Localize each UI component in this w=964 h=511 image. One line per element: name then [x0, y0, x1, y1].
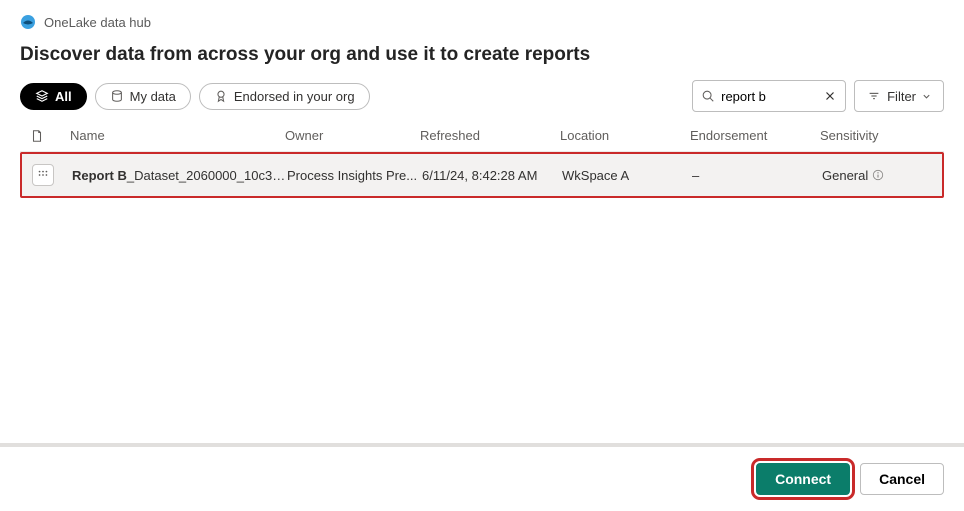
filter-pill-mydata[interactable]: My data	[95, 83, 191, 110]
col-header-location[interactable]: Location	[560, 128, 690, 143]
col-header-owner[interactable]: Owner	[285, 128, 420, 143]
search-input-container[interactable]	[692, 80, 846, 112]
filter-pill-endorsed[interactable]: Endorsed in your org	[199, 83, 370, 110]
filter-button-label: Filter	[887, 89, 916, 104]
table-row[interactable]: Report B_Dataset_2060000_10c38... Proces…	[22, 154, 942, 196]
hub-title-bar: OneLake data hub	[20, 14, 944, 30]
cell-owner: Process Insights Pre...	[287, 168, 422, 183]
database-icon	[110, 89, 124, 103]
hub-title-text: OneLake data hub	[44, 15, 151, 30]
filter-pill-all[interactable]: All	[20, 83, 87, 110]
cell-location: WkSpace A	[562, 168, 692, 183]
clear-search-button[interactable]	[823, 89, 837, 103]
col-header-refreshed[interactable]: Refreshed	[420, 128, 560, 143]
cell-name: Report B_Dataset_2060000_10c38...	[72, 168, 287, 183]
cell-sensitivity: General	[822, 168, 932, 183]
stack-icon	[35, 89, 49, 103]
cell-endorsement: –	[692, 168, 822, 183]
connect-button[interactable]: Connect	[756, 463, 850, 495]
chevron-down-icon	[922, 92, 931, 101]
filter-pill-mydata-label: My data	[130, 89, 176, 104]
col-header-endorsement[interactable]: Endorsement	[690, 128, 820, 143]
cell-refreshed: 6/11/24, 8:42:28 AM	[422, 168, 562, 183]
ribbon-icon	[214, 89, 228, 103]
page-title: Discover data from across your org and u…	[20, 44, 944, 66]
col-header-sensitivity[interactable]: Sensitivity	[820, 128, 934, 143]
table-header-row: Name Owner Refreshed Location Endorsemen…	[20, 122, 944, 152]
col-header-name[interactable]: Name	[70, 128, 285, 143]
filter-pill-endorsed-label: Endorsed in your org	[234, 89, 355, 104]
cancel-button[interactable]: Cancel	[860, 463, 944, 495]
info-icon	[872, 169, 884, 181]
toolbar: All My data Endorsed in your org Filter	[0, 66, 964, 122]
filter-button[interactable]: Filter	[854, 80, 944, 112]
filter-icon	[867, 89, 881, 103]
search-input[interactable]	[721, 89, 817, 104]
filter-pill-all-label: All	[55, 89, 72, 104]
dialog-footer: Connect Cancel	[0, 443, 964, 511]
col-header-type-icon	[30, 128, 70, 143]
onelake-icon	[20, 14, 36, 30]
search-icon	[701, 89, 715, 103]
dataset-icon	[32, 164, 54, 186]
